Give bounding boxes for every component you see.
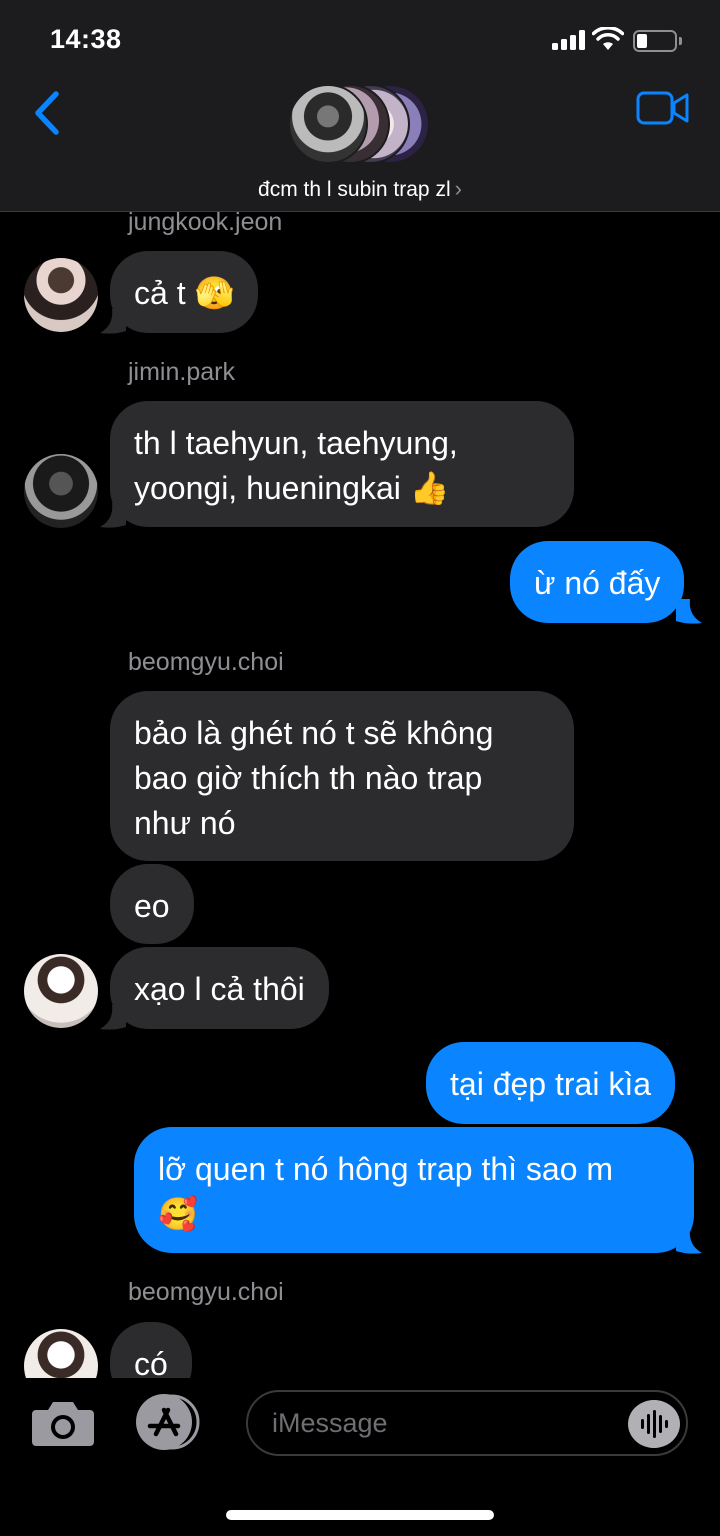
imessage-input[interactable] bbox=[246, 1390, 688, 1456]
home-indicator[interactable] bbox=[226, 1510, 494, 1520]
message-text: xạo l cả thôi bbox=[134, 971, 305, 1007]
status-time: 14:38 bbox=[50, 24, 122, 54]
avatar bbox=[24, 1329, 98, 1378]
sender-name: jungkook.jeon bbox=[128, 212, 283, 236]
message-text: bảo là ghét nó t sẽ không bbox=[134, 715, 494, 751]
sender-name: beomgyu.choi bbox=[128, 1278, 284, 1306]
bubble-tail bbox=[676, 1229, 702, 1254]
avatar bbox=[24, 258, 98, 332]
audio-waveform-icon[interactable] bbox=[628, 1400, 680, 1448]
message-bubble[interactable]: ừ nó đấy bbox=[510, 541, 685, 623]
message-text: 🥰 bbox=[158, 1196, 198, 1232]
battery-icon bbox=[633, 30, 683, 52]
message-text: tại đẹp trai kìa bbox=[450, 1066, 651, 1102]
cellular-signal-icon bbox=[552, 30, 586, 50]
message-text: th l taehyun, taehyung, bbox=[134, 425, 458, 461]
message-text: eo bbox=[134, 888, 170, 924]
chevron-right-icon: › bbox=[454, 176, 462, 201]
avatar bbox=[24, 954, 98, 1028]
sender-name: jimin.park bbox=[128, 358, 235, 386]
message-bubble[interactable]: cả t 🫣 bbox=[110, 251, 259, 333]
message-bubble[interactable]: tại đẹp trai kìa bbox=[426, 1042, 675, 1124]
message-text: lỡ quen t nó hông trap thì sao m bbox=[158, 1151, 614, 1187]
message-text: cả t 🫣 bbox=[134, 275, 235, 311]
composer-bar bbox=[0, 1378, 720, 1536]
message-bubble[interactable]: xạo l cả thôi bbox=[110, 947, 329, 1029]
back-chevron-icon[interactable] bbox=[28, 88, 68, 138]
group-name-label: đcm th l subin trap zl bbox=[258, 178, 451, 201]
message-text: bao giờ thích th nào trap bbox=[134, 760, 483, 796]
avatar bbox=[288, 84, 368, 164]
message-text: có bbox=[134, 1346, 168, 1378]
camera-icon[interactable] bbox=[30, 1398, 96, 1448]
bubble-tail bbox=[676, 599, 702, 624]
video-camera-icon[interactable] bbox=[636, 90, 690, 126]
message-bubble[interactable]: lỡ quen t nó hông trap thì sao m 🥰 bbox=[134, 1127, 694, 1253]
bubble-tail bbox=[100, 503, 126, 528]
message-text: như nó bbox=[134, 805, 236, 841]
conversation-header: 14:38 đcm th l subin trap zl › bbox=[0, 0, 720, 212]
message-bubble[interactable]: eo bbox=[110, 864, 194, 944]
wifi-icon bbox=[592, 27, 624, 50]
sender-name: beomgyu.choi bbox=[128, 648, 284, 676]
message-list[interactable]: jungkook.jeon cả t 🫣 jimin.park th l tae… bbox=[0, 212, 720, 1378]
bubble-tail bbox=[100, 309, 126, 334]
app-store-icon[interactable] bbox=[134, 1394, 206, 1450]
message-text: yoongi, hueningkai 👍 bbox=[134, 470, 450, 506]
group-name[interactable]: đcm th l subin trap zl › bbox=[0, 176, 720, 202]
avatar bbox=[24, 454, 98, 528]
message-bubble[interactable]: có bbox=[110, 1322, 192, 1378]
message-bubble[interactable]: bảo là ghét nó t sẽ không bao giờ thích … bbox=[110, 691, 574, 861]
bubble-tail bbox=[100, 1005, 126, 1030]
message-bubble[interactable]: th l taehyun, taehyung, yoongi, hueningk… bbox=[110, 401, 574, 527]
group-avatar-stack[interactable] bbox=[288, 82, 432, 166]
message-text: ừ nó đấy bbox=[534, 565, 661, 601]
